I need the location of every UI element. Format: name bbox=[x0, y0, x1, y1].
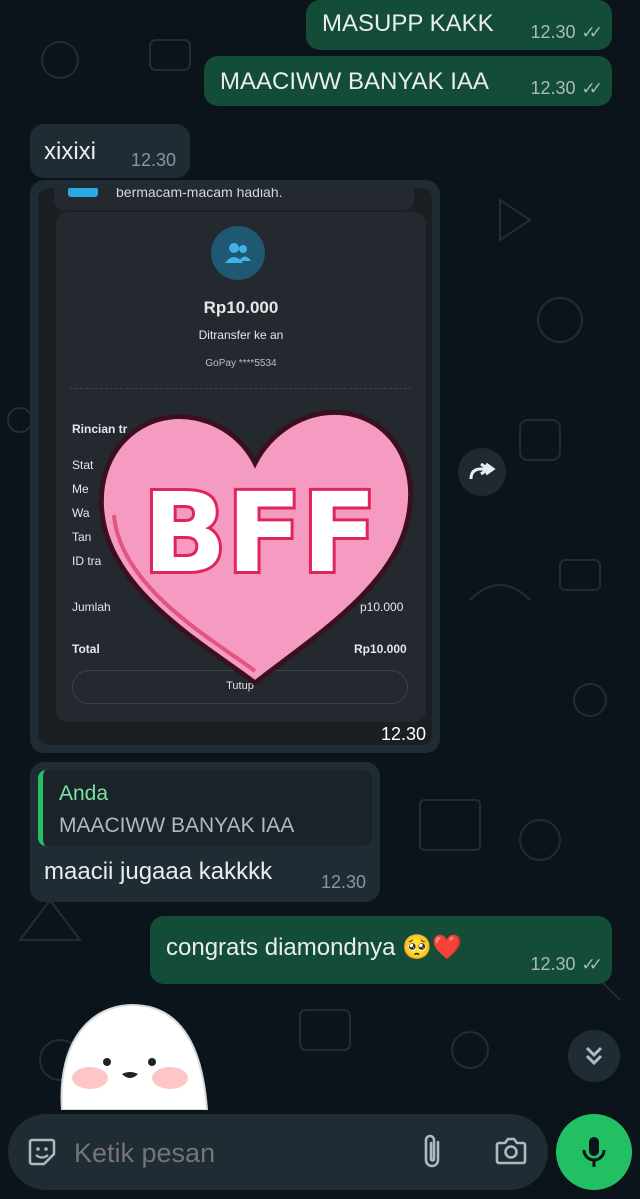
divider bbox=[70, 388, 412, 389]
double-check-icon: ✓✓ bbox=[581, 22, 603, 42]
receipt-row-label: Wa bbox=[72, 506, 90, 520]
message-time: 12.30 bbox=[530, 954, 576, 974]
bff-heart-sticker: BFF bbox=[98, 409, 414, 687]
message-input[interactable] bbox=[72, 1128, 396, 1178]
message-meta: 12.30 ✓✓ bbox=[530, 22, 602, 43]
double-check-icon: ✓✓ bbox=[581, 954, 603, 974]
sticker-text: BFF bbox=[143, 469, 377, 597]
message-bubble-outgoing[interactable]: MAACIWW BANYAK IAA 12.30 ✓✓ bbox=[204, 56, 612, 106]
message-text: MAACIWW BANYAK IAA bbox=[220, 68, 489, 95]
camera-icon[interactable] bbox=[494, 1136, 528, 1166]
message-image-incoming[interactable]: bermacam-macam hadiah. Rp10.000 Ditransf… bbox=[30, 180, 440, 753]
message-bubble-outgoing[interactable]: congrats diamondnya 🥺❤️ 12.30 ✓✓ bbox=[150, 916, 612, 984]
shared-image[interactable]: bermacam-macam hadiah. Rp10.000 Ditransf… bbox=[38, 188, 432, 745]
voice-message-button[interactable] bbox=[556, 1114, 632, 1190]
forward-icon bbox=[469, 462, 496, 480]
receipt-row-label: Me bbox=[72, 482, 89, 496]
double-check-icon: ✓✓ bbox=[581, 78, 603, 98]
contacts-icon bbox=[211, 226, 265, 280]
message-text: xixixi bbox=[44, 138, 96, 165]
message-bubble-outgoing[interactable]: MASUPP KAKK 12.30 ✓✓ bbox=[306, 0, 612, 50]
paperclip-icon[interactable] bbox=[418, 1134, 448, 1170]
double-chevron-down-icon bbox=[585, 1046, 603, 1066]
scroll-to-bottom-button[interactable] bbox=[568, 1030, 620, 1082]
quoted-text: MAACIWW BANYAK IAA bbox=[59, 814, 295, 837]
message-meta: 12.30 ✓✓ bbox=[530, 78, 602, 99]
message-text: congrats diamondnya 🥺❤️ bbox=[166, 934, 462, 961]
message-time: 12.30 bbox=[130, 150, 176, 170]
top-card-text: bermacam-macam hadiah. bbox=[116, 188, 283, 200]
receipt-account: GoPay ****5534 bbox=[205, 358, 277, 369]
message-time: 12.30 bbox=[530, 78, 576, 98]
message-time: 12.30 bbox=[530, 22, 576, 42]
message-bubble-incoming[interactable]: xixixi 12.30 bbox=[30, 124, 190, 178]
forward-button[interactable] bbox=[458, 448, 506, 496]
receipt-amount: Rp10.000 bbox=[203, 298, 279, 317]
quoted-author: Anda bbox=[59, 782, 109, 805]
receipt-row-label: Tan bbox=[72, 530, 92, 544]
message-text: maacii jugaaa kakkkk bbox=[44, 858, 273, 885]
top-card: bermacam-macam hadiah. bbox=[54, 188, 414, 210]
message-time: 12.30 bbox=[320, 872, 366, 892]
message-bubble-incoming-reply[interactable]: Anda MAACIWW BANYAK IAA maacii jugaaa ka… bbox=[30, 762, 380, 902]
gopay-logo-icon bbox=[68, 188, 98, 197]
quoted-message[interactable]: Anda MAACIWW BANYAK IAA bbox=[38, 770, 372, 846]
message-composer[interactable] bbox=[8, 1114, 548, 1190]
message-time: 12.30 bbox=[380, 724, 426, 744]
receipt-transfer-label: Ditransfer ke an bbox=[198, 328, 284, 342]
microphone-icon bbox=[582, 1137, 606, 1167]
message-meta: 12.30 bbox=[321, 872, 366, 893]
ghost-sticker[interactable] bbox=[52, 1000, 232, 1110]
message-meta: 12.30 ✓✓ bbox=[530, 954, 602, 975]
sticker-emoji-icon[interactable] bbox=[26, 1136, 58, 1168]
message-meta: 12.30 bbox=[131, 150, 176, 171]
message-text: MASUPP KAKK bbox=[322, 10, 494, 37]
